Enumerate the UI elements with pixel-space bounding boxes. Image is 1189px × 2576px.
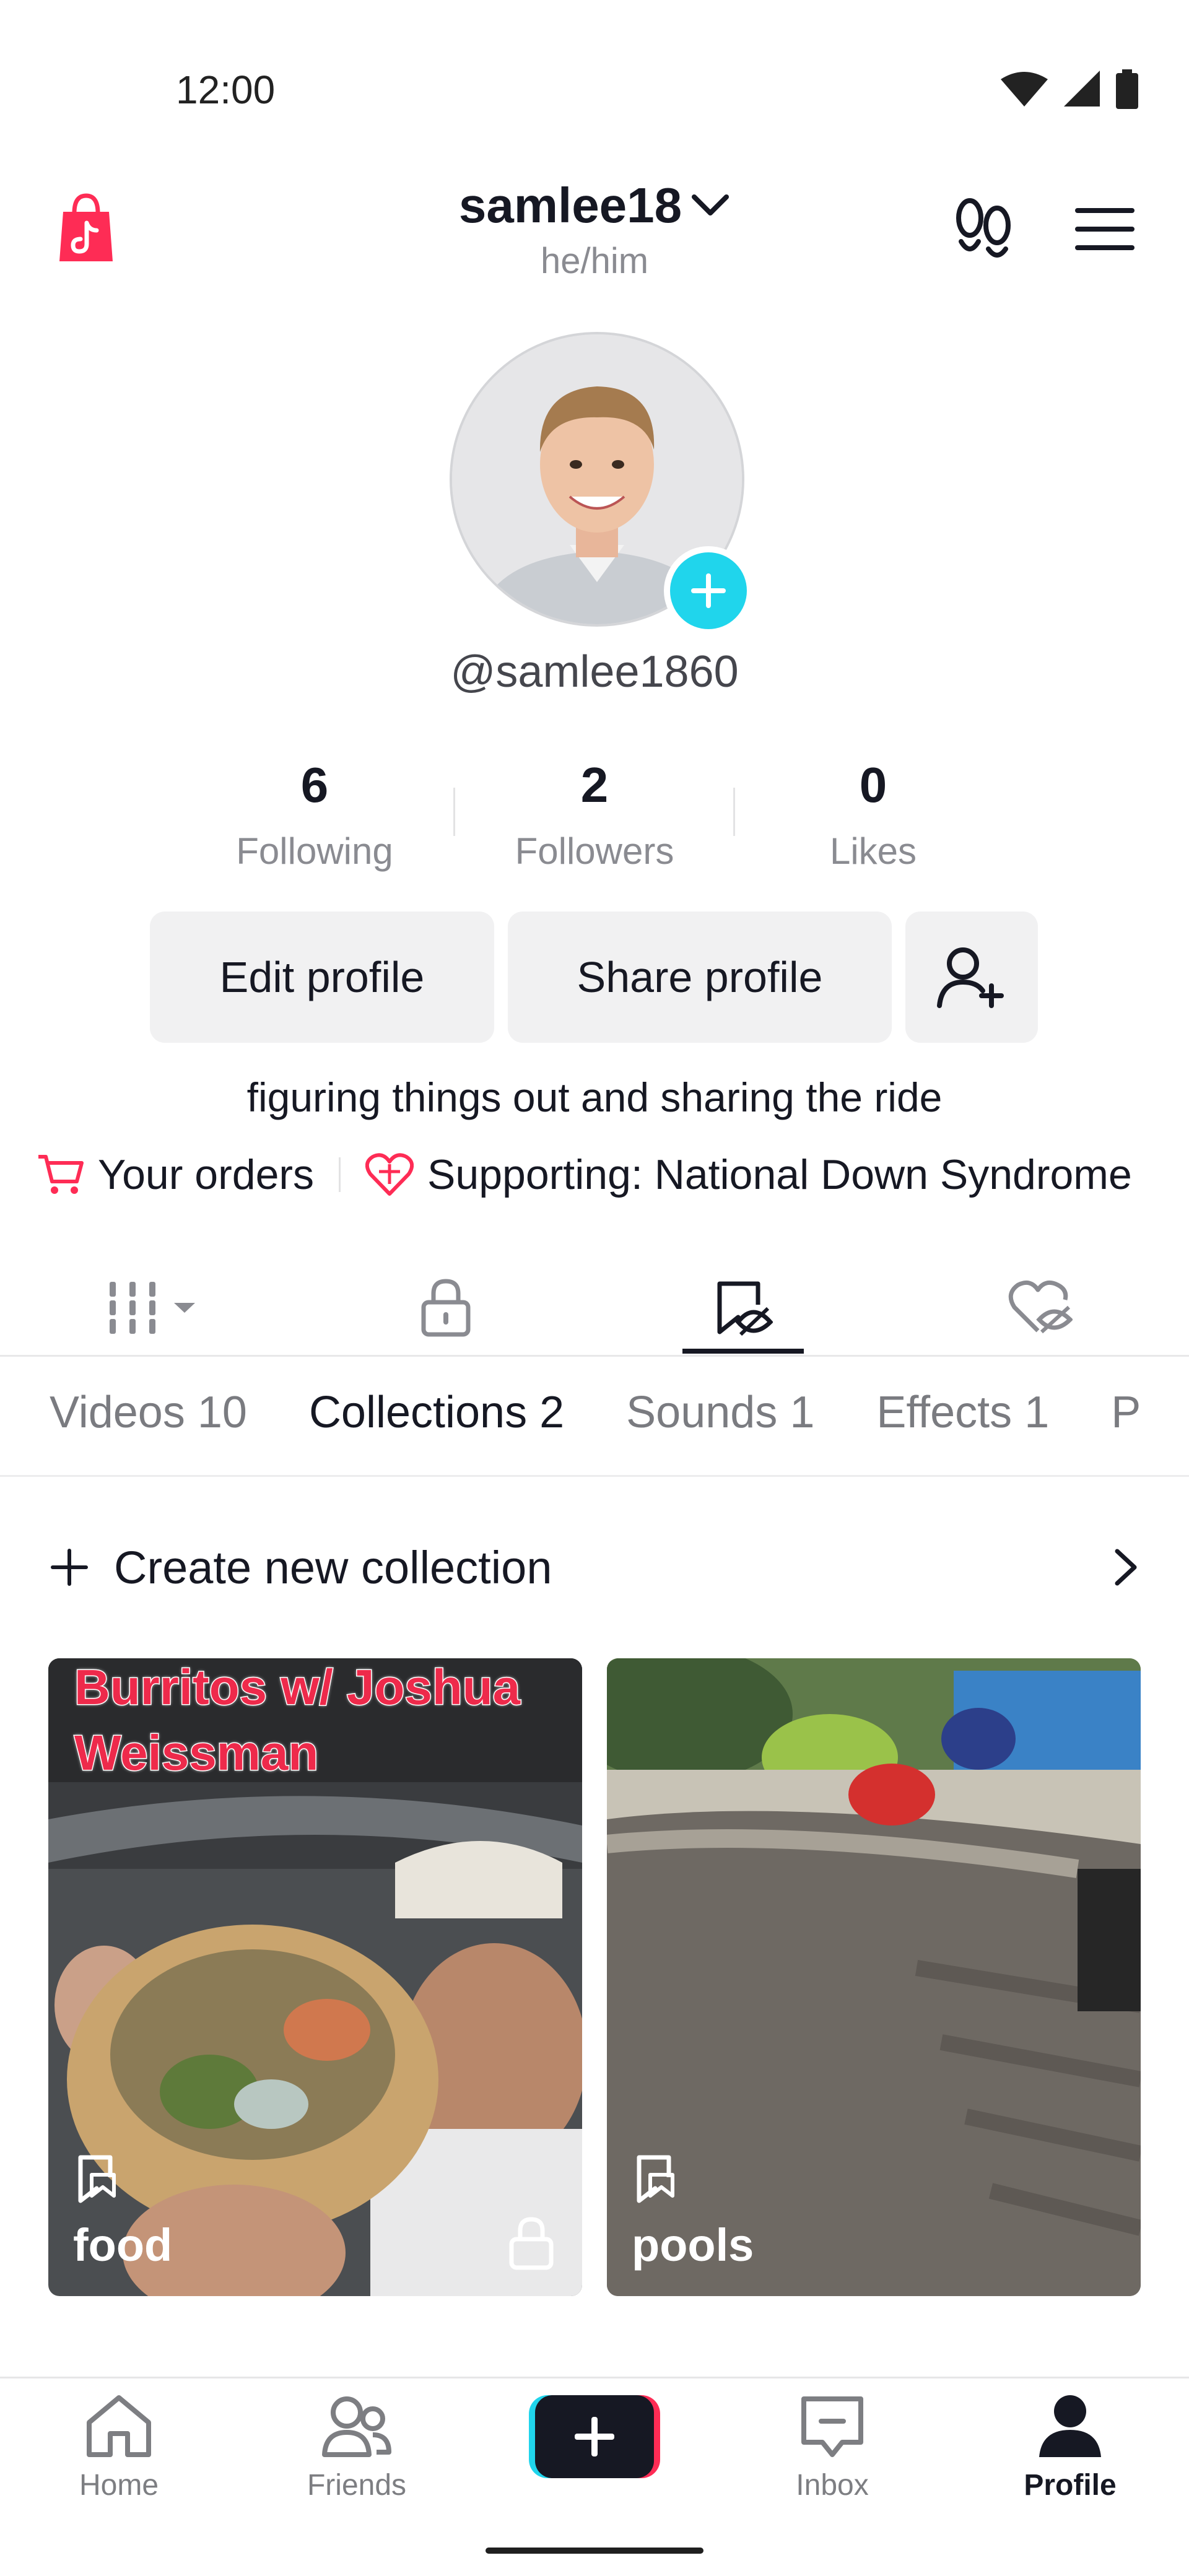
profile-icon (1039, 2395, 1101, 2457)
footprints-icon (956, 198, 1011, 258)
nav-friends[interactable]: Friends (238, 2394, 476, 2502)
grid-icon (110, 1282, 195, 1334)
create-button-body (535, 2395, 654, 2478)
nav-profile[interactable]: Profile (951, 2394, 1189, 2502)
nav-label: Friends (307, 2469, 407, 2502)
add-story-button[interactable] (664, 546, 753, 635)
nav-label: Profile (1024, 2469, 1117, 2502)
cart-icon (38, 1155, 84, 1194)
orders-label: Your orders (98, 1151, 315, 1198)
signal-icon (1064, 71, 1100, 107)
subtabs-divider (0, 1475, 1189, 1477)
collection-overlay-title: Burritos w/ Joshua Weissman (74, 1659, 521, 1782)
tabs-divider (0, 1355, 1189, 1357)
status-icons (1000, 69, 1139, 109)
nav-home[interactable]: Home (0, 2394, 238, 2502)
friends-icon (322, 2396, 391, 2457)
plus-icon (691, 573, 726, 608)
menu-button[interactable] (1075, 207, 1135, 255)
subtab-videos[interactable]: Videos 10 (50, 1387, 247, 1438)
stat-value: 2 (580, 757, 609, 812)
username: samlee18 (458, 178, 682, 233)
share-profile-label: Share profile (577, 953, 823, 1001)
subtab-more[interactable]: P (1111, 1387, 1141, 1438)
add-friend-icon (937, 947, 1004, 1008)
stat-label: Likes (829, 830, 917, 872)
chevron-down-icon (692, 194, 730, 215)
edit-profile-label: Edit profile (219, 953, 425, 1001)
tab-collections[interactable] (669, 1261, 817, 1354)
collection-card-pools[interactable]: pools (607, 1658, 1141, 2296)
nav-label: Home (79, 2469, 159, 2502)
home-indicator (486, 2548, 703, 2554)
user-handle: @samlee1860 (450, 647, 739, 697)
stat-divider (453, 788, 455, 836)
stat-label: Following (236, 830, 393, 872)
lock-icon (421, 1279, 471, 1337)
bookmark-icon (637, 2155, 674, 2203)
home-icon (87, 2395, 151, 2457)
battery-icon (1116, 69, 1138, 109)
collection-thumbnail (607, 1658, 1141, 2296)
bookmark-icon (717, 1281, 773, 1336)
chevron-right-icon (1115, 1549, 1137, 1586)
stat-divider (733, 788, 735, 836)
collection-name: pools (632, 2219, 754, 2271)
bio: figuring things out and sharing the ride (246, 1074, 943, 1120)
stat-followers[interactable]: 2 Followers (483, 757, 706, 872)
stat-label: Followers (515, 830, 674, 872)
collection-name: food (73, 2219, 173, 2271)
subtab-collections[interactable]: Collections 2 (309, 1387, 564, 1438)
links-row: Your orders Supporting: National Down Sy… (37, 1151, 1132, 1199)
content-subtabs: Videos 10 Collections 2 Sounds 1 Effects… (50, 1387, 1189, 1438)
collection-card-food[interactable]: Burritos w/ Joshua Weissman food (48, 1658, 582, 2296)
liked-hidden-icon (1008, 1280, 1073, 1334)
subtab-sounds[interactable]: Sounds 1 (626, 1387, 814, 1438)
heart-charity-icon (365, 1153, 414, 1196)
stat-value: 6 (300, 757, 329, 812)
status-time: 12:00 (176, 67, 276, 112)
profile-views-button[interactable] (954, 197, 1013, 264)
tab-private[interactable] (372, 1261, 520, 1354)
menu-icon (1075, 208, 1135, 250)
bottom-nav-divider (0, 2377, 1189, 2378)
supporting-link[interactable]: Supporting: National Down Syndrome (365, 1151, 1132, 1199)
share-profile-button[interactable]: Share profile (508, 912, 892, 1043)
plus-icon (51, 1549, 88, 1586)
supporting-label: Supporting: National Down Syndrome (427, 1151, 1132, 1198)
bookmark-icon (78, 2155, 116, 2203)
lock-icon (509, 2217, 554, 2270)
stat-likes[interactable]: 0 Likes (762, 757, 985, 872)
tab-liked[interactable] (966, 1261, 1115, 1354)
nav-create-button[interactable] (529, 2395, 660, 2478)
nav-inbox[interactable]: Inbox (713, 2394, 951, 2502)
orders-link[interactable]: Your orders (37, 1151, 314, 1199)
active-tab-indicator (682, 1349, 804, 1354)
stat-value: 0 (859, 757, 887, 812)
create-collection-label: Create new collection (114, 1541, 552, 1593)
edit-profile-button[interactable]: Edit profile (150, 912, 494, 1043)
create-icon (575, 2417, 614, 2456)
inbox-icon (801, 2396, 863, 2457)
stat-following[interactable]: 6 Following (203, 757, 426, 872)
tab-videos-grid[interactable] (81, 1261, 229, 1354)
nav-label: Inbox (796, 2469, 869, 2502)
subtab-effects[interactable]: Effects 1 (876, 1387, 1049, 1438)
wifi-icon (1001, 72, 1048, 107)
add-friends-button[interactable] (905, 912, 1038, 1043)
create-collection-row[interactable]: Create new collection (50, 1533, 1139, 1601)
links-divider (339, 1157, 341, 1192)
